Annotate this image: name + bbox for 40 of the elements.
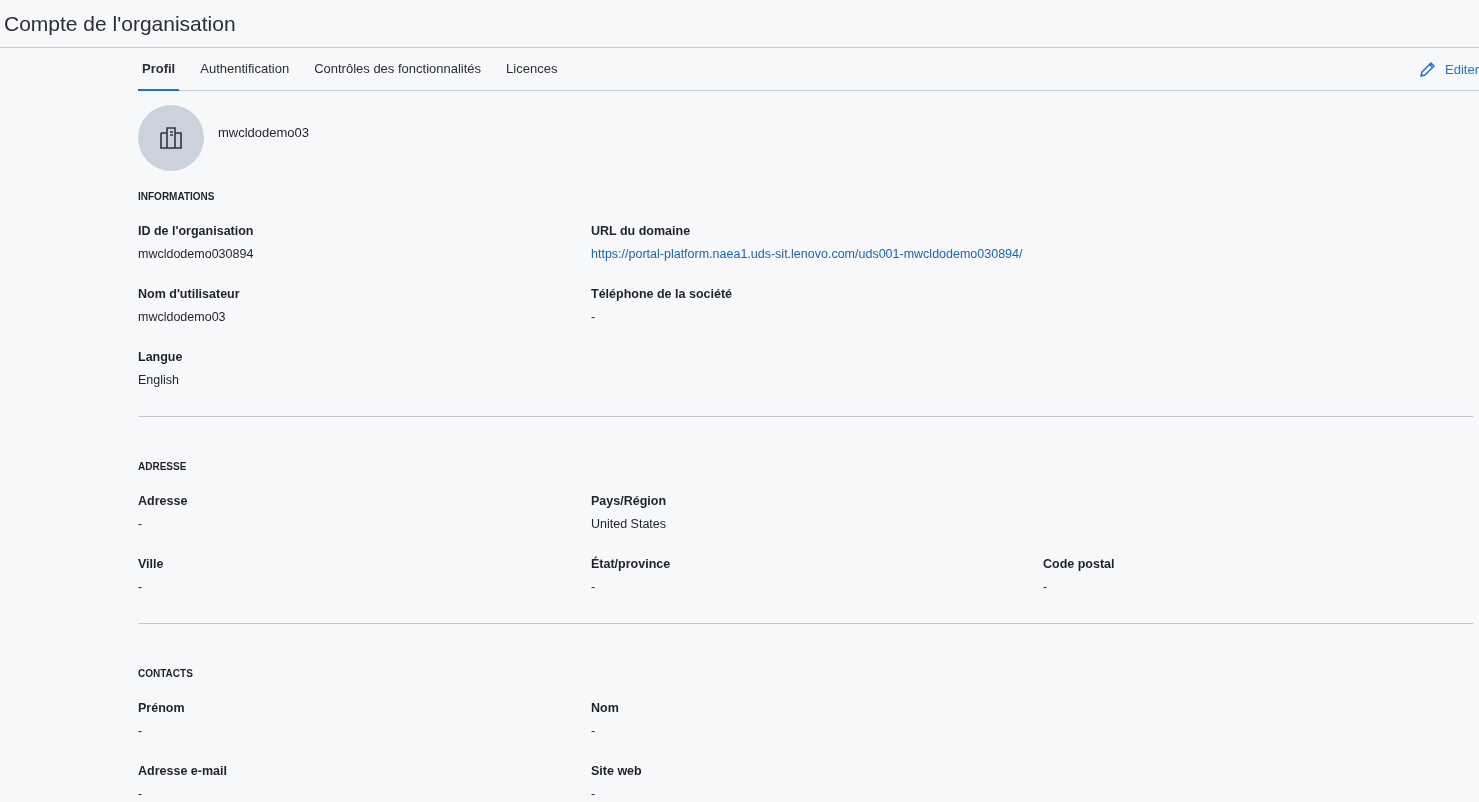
field-label: Adresse e-mail bbox=[138, 764, 228, 778]
field-value: - bbox=[591, 787, 597, 801]
field-label: Code postal bbox=[1043, 557, 1116, 571]
field-value: - bbox=[138, 580, 144, 594]
domain-link[interactable]: https://portal-platform.naea1.uds-sit.lenovo.com/uds001-mwcldodemo030894/ bbox=[591, 247, 1043, 261]
field-value: - bbox=[591, 580, 597, 594]
field-value: - bbox=[1043, 580, 1049, 594]
field-label: Nom bbox=[591, 701, 620, 715]
section-title: CONTACTS bbox=[138, 668, 194, 679]
field-value: - bbox=[138, 787, 144, 801]
section-title: ADRESSE bbox=[138, 461, 188, 472]
field-value: English bbox=[138, 373, 180, 387]
field-label: Prénom bbox=[138, 701, 186, 715]
tab[interactable]: Authentification bbox=[196, 48, 294, 91]
page-title: Compte de l'organisation bbox=[4, 11, 236, 36]
field-label: Pays/Région bbox=[591, 494, 668, 508]
field-label: Ville bbox=[138, 557, 165, 571]
section-title: INFORMATIONS bbox=[138, 191, 216, 202]
edit-button[interactable]: Editer bbox=[1419, 48, 1479, 90]
field-value: mwcldodemo03 bbox=[138, 310, 227, 324]
field-value: - bbox=[138, 724, 144, 738]
field-value: mwcldodemo030894 bbox=[138, 247, 255, 261]
field-label: Adresse bbox=[138, 494, 189, 508]
building-icon bbox=[158, 125, 184, 151]
organization-name: mwcldodemo03 bbox=[218, 125, 310, 140]
field-label: État/province bbox=[591, 557, 672, 571]
field-value: - bbox=[591, 310, 597, 324]
field-label: ID de l'organisation bbox=[138, 224, 255, 238]
field-label: Langue bbox=[138, 350, 184, 364]
tab[interactable]: Licences bbox=[502, 48, 562, 91]
field-value: - bbox=[138, 517, 144, 531]
field-value: - bbox=[591, 724, 597, 738]
pencil-icon bbox=[1419, 60, 1438, 78]
field-value: United States bbox=[591, 517, 668, 531]
field-label: URL du domaine bbox=[591, 224, 692, 238]
field-label: Nom d'utilisateur bbox=[138, 287, 241, 301]
field-label: Site web bbox=[591, 764, 643, 778]
tab[interactable]: Profil bbox=[138, 48, 180, 91]
field-label: Téléphone de la société bbox=[591, 287, 733, 301]
tab[interactable]: Contrôles des fonctionnalités bbox=[310, 48, 486, 91]
